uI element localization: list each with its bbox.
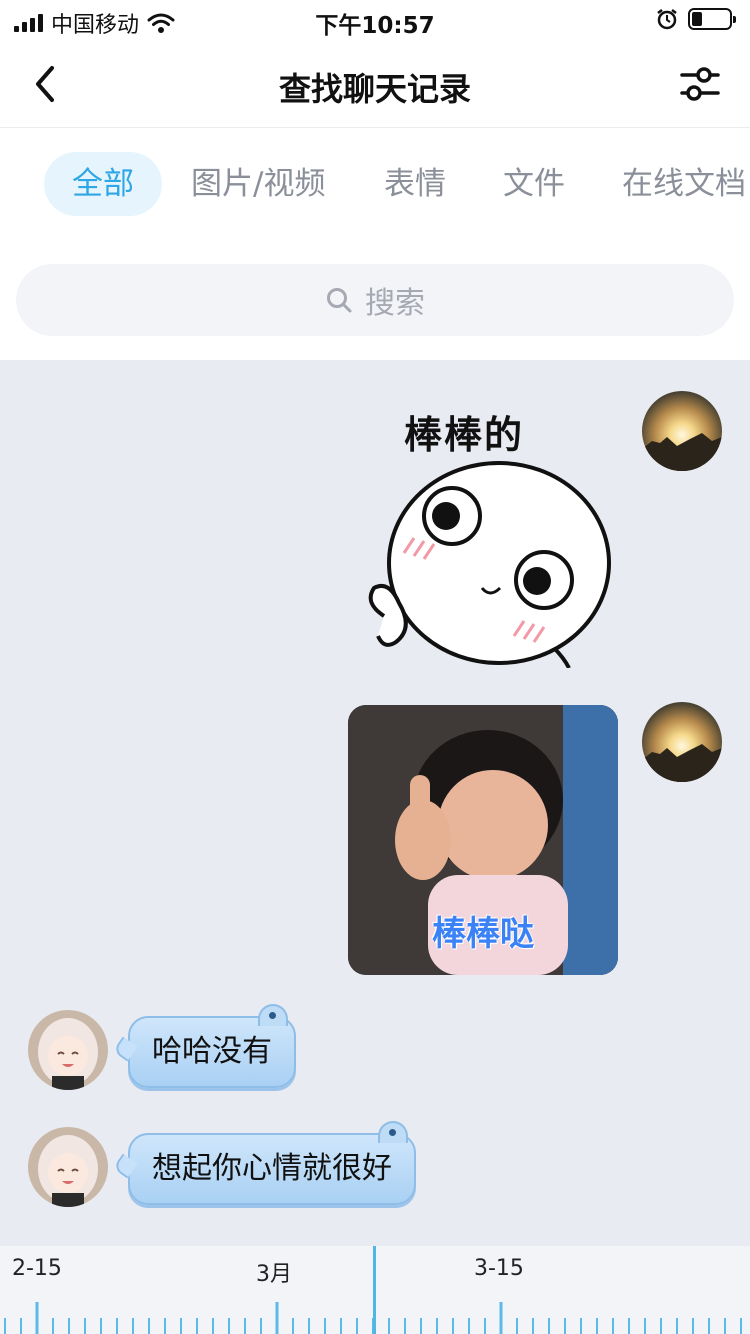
search-placeholder: 搜索 bbox=[365, 286, 425, 321]
filter-button[interactable] bbox=[678, 64, 722, 104]
tab-all[interactable]: 全部 bbox=[44, 152, 162, 216]
my-avatar[interactable] bbox=[642, 702, 722, 782]
search-section: 搜索 bbox=[0, 239, 750, 360]
alarm-icon bbox=[657, 9, 677, 30]
image-message[interactable]: 棒棒哒 bbox=[348, 705, 618, 975]
friend-avatar[interactable] bbox=[28, 1127, 108, 1207]
chat-history: 棒棒的 棒棒哒 哈哈没有 想起你心情就很好 bbox=[0, 360, 750, 1246]
bubble-ear-decoration bbox=[378, 1121, 408, 1143]
tab-online-docs[interactable]: 在线文档 bbox=[622, 152, 746, 216]
sliders-icon bbox=[680, 67, 720, 101]
search-input[interactable]: 搜索 bbox=[16, 264, 734, 336]
search-icon bbox=[327, 288, 352, 313]
bubble-tail bbox=[112, 1153, 138, 1179]
sticker-message[interactable]: 棒棒的 bbox=[354, 398, 624, 669]
date-timeline[interactable]: 2-15 3月 3-15 bbox=[0, 1246, 750, 1334]
status-time: 下午10:57 bbox=[315, 13, 435, 39]
my-avatar[interactable] bbox=[642, 391, 722, 471]
tab-files[interactable]: 文件 bbox=[503, 152, 565, 216]
page-title: 查找聊天记录 bbox=[278, 70, 471, 108]
message-bubble[interactable]: 哈哈没有 bbox=[112, 1004, 296, 1088]
sunset-photo bbox=[642, 433, 722, 471]
tab-media[interactable]: 图片/视频 bbox=[191, 152, 325, 216]
anime-girl-avatar bbox=[28, 1127, 108, 1207]
category-tabs: 全部 图片/视频 表情 文件 在线文档 bbox=[0, 129, 750, 239]
status-right bbox=[656, 8, 736, 30]
sunset-photo bbox=[642, 744, 722, 782]
nav-bar: 查找聊天记录 bbox=[0, 42, 750, 128]
timeline-cursor[interactable] bbox=[373, 1246, 376, 1334]
status-bar: 中国移动 下午10:57 bbox=[0, 0, 750, 42]
bubble-ear-decoration bbox=[258, 1004, 288, 1026]
battery-icon bbox=[688, 8, 736, 30]
bubble-tail bbox=[112, 1036, 138, 1062]
sticker-text: 棒棒的 bbox=[404, 413, 525, 457]
tab-stickers[interactable]: 表情 bbox=[384, 152, 446, 216]
anime-girl-avatar bbox=[28, 1010, 108, 1090]
image-caption: 棒棒哒 bbox=[432, 914, 534, 954]
friend-avatar[interactable] bbox=[28, 1010, 108, 1090]
message-bubble[interactable]: 想起你心情就很好 bbox=[112, 1121, 416, 1205]
message-text: 哈哈没有 bbox=[152, 1034, 272, 1069]
message-text: 想起你心情就很好 bbox=[152, 1151, 392, 1186]
